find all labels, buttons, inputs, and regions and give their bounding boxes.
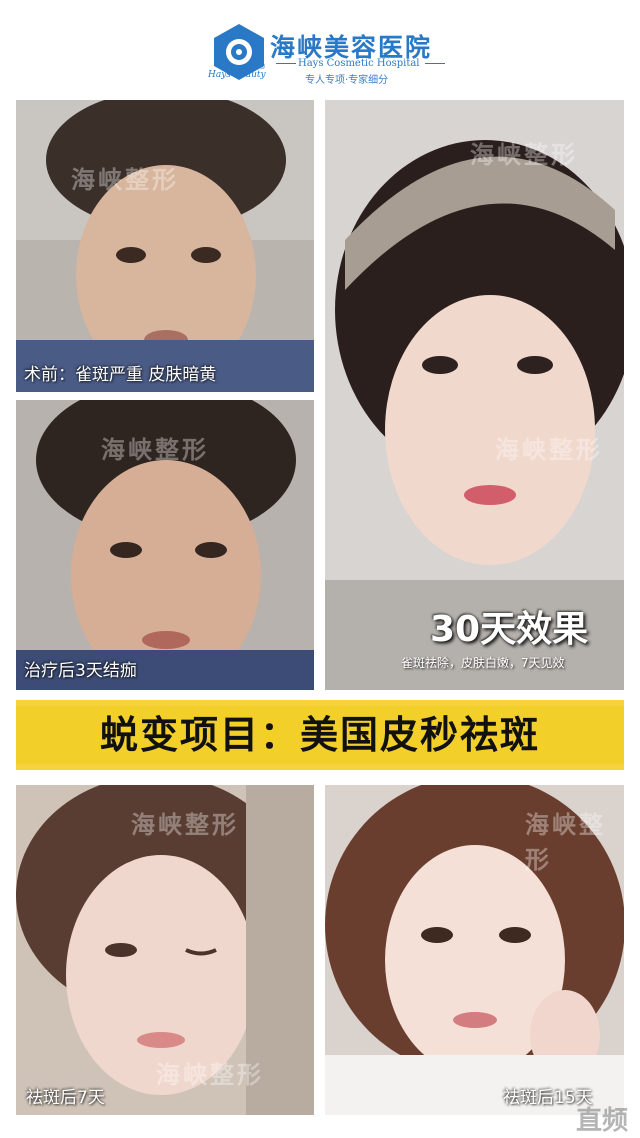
caption-day7: 祛斑后7天	[26, 1088, 105, 1108]
photo-day7: 海峡整形 海峡整形 祛斑后7天	[16, 785, 314, 1115]
watermark: 海峡整形	[470, 141, 578, 169]
photo-day15: 海峡整形 祛斑后15天	[325, 785, 624, 1115]
brand-tagline: 专人专项·专家细分	[305, 75, 389, 86]
divider	[425, 63, 445, 64]
banner-title: 蜕变项目：美国皮秒祛斑	[99, 713, 540, 757]
watermark: 海峡整形	[156, 1061, 264, 1089]
watermark: 海峡整形	[495, 436, 603, 464]
caption-before: 术前：雀斑严重 皮肤暗黄	[24, 365, 217, 385]
watermark: 海峡整形	[525, 811, 606, 874]
watermark: 海峡整形	[71, 166, 179, 194]
divider	[276, 63, 296, 64]
brand-english: Hays Cosmetic Hospital	[298, 58, 420, 69]
caption-day3: 治疗后3天结痂	[24, 661, 137, 681]
result-subtitle: 雀斑祛除，皮肤白嫩，7天见效	[401, 656, 565, 670]
face-illustration	[16, 100, 314, 392]
header: 海峡美容医院 Hays Cosmetic Hospital 专人专项·专家细分 …	[0, 0, 640, 92]
brand-script: Hays Beauty	[208, 70, 266, 80]
photo-day3: 海峡整形 治疗后3天结痂	[16, 400, 314, 690]
corner-watermark: 直频	[575, 1106, 628, 1136]
registered-mark: ®	[258, 62, 266, 71]
photo-day30: 海峡整形 海峡整形 30天效果 雀斑祛除，皮肤白嫩，7天见效	[325, 100, 624, 690]
watermark: 海峡整形	[131, 811, 239, 839]
photo-before: 海峡整形 术前：雀斑严重 皮肤暗黄	[16, 100, 314, 392]
result-title: 30天效果	[430, 609, 589, 650]
watermark: 海峡整形	[101, 436, 209, 464]
